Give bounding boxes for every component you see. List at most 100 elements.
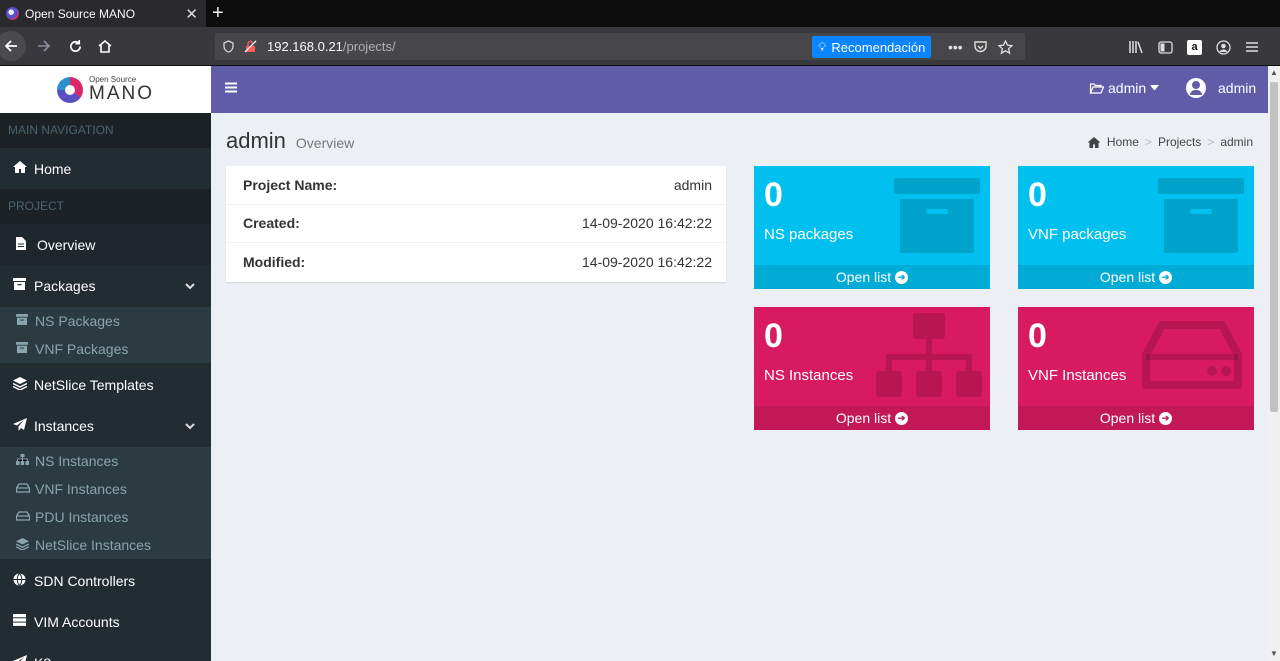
archive-icon — [1158, 178, 1244, 253]
pocket-icon[interactable] — [973, 40, 988, 54]
arrow-circle-right-icon: ➔ — [1159, 270, 1173, 284]
paper-plane-icon — [13, 654, 29, 661]
logo[interactable]: Open Source MANO — [0, 66, 211, 113]
hdd-icon — [15, 482, 31, 496]
vnf-instances-open-list-link[interactable]: Open list ➔ — [1018, 406, 1254, 430]
info-value: 14-09-2020 16:42:22 — [582, 215, 712, 232]
open-list-label: Open list — [1099, 269, 1156, 285]
home-icon — [1087, 136, 1101, 148]
sidebar-item-label: VNF Instances — [35, 481, 127, 497]
user-name: admin — [1218, 80, 1257, 96]
sidebar-item-home[interactable]: Home — [0, 148, 211, 189]
vnf-packages-open-list-link[interactable]: Open list ➔ — [1018, 265, 1254, 289]
back-arrow-icon — [4, 40, 17, 52]
bookmark-star-icon[interactable] — [997, 39, 1013, 55]
sidebar-item-label: NetSlice Templates — [34, 376, 154, 393]
project-dropdown[interactable]: admin — [1089, 80, 1160, 96]
menu-icon[interactable] — [1245, 41, 1259, 53]
scroll-thumb[interactable] — [1270, 82, 1278, 412]
globe-icon — [13, 572, 29, 589]
breadcrumb-home[interactable]: Home — [1107, 135, 1139, 149]
arrow-circle-right-icon: ➔ — [1159, 411, 1173, 425]
home-button[interactable] — [93, 34, 117, 58]
reload-icon — [69, 39, 81, 52]
sidebar: Open Source MANO MAIN NAVIGATION Home PR… — [0, 66, 211, 661]
ns-packages-open-list-link[interactable]: Open list ➔ — [754, 265, 990, 289]
sidebar-item-ns-instances[interactable]: NS Instances — [0, 447, 211, 475]
browser-toolbar-right: a — [1128, 36, 1259, 58]
app-header: admin admin — [211, 66, 1268, 113]
forward-button[interactable] — [32, 34, 56, 58]
sidebar-item-ns-packages[interactable]: NS Packages — [0, 307, 211, 335]
chevron-down-icon[interactable] — [185, 279, 195, 293]
page-actions-button[interactable]: ••• — [948, 39, 963, 55]
arrow-circle-right-icon: ➔ — [895, 270, 909, 284]
osm-favicon-icon — [6, 7, 19, 20]
ns-instances-open-list-link[interactable]: Open list ➔ — [754, 406, 990, 430]
ns-instances-count: 0 — [764, 317, 783, 355]
recommendation-label: Recomendación — [831, 39, 926, 55]
sidebar-item-netslice-instances[interactable]: NetSlice Instances — [0, 531, 211, 559]
info-row-modified: Modified: 14-09-2020 16:42:22 — [226, 243, 726, 282]
sidebar-item-pdu-instances[interactable]: PDU Instances — [0, 503, 211, 531]
recommendation-button[interactable]: 💡︎ Recomendación — [812, 36, 932, 58]
project-dropdown-label: admin — [1108, 80, 1147, 96]
reload-button[interactable] — [63, 34, 87, 58]
sidebar-item-label: VNF Packages — [35, 341, 129, 357]
sidebar-item-packages[interactable]: Packages — [0, 265, 211, 306]
sidebar-item-k8s[interactable]: K8 — [0, 642, 211, 661]
insecure-lock-icon[interactable] — [244, 40, 257, 53]
new-tab-button[interactable]: + — [212, 1, 224, 25]
tab-close-icon[interactable]: ✕ — [185, 5, 198, 23]
sidebar-item-instances[interactable]: Instances — [0, 405, 211, 446]
breadcrumb-separator: > — [1207, 135, 1215, 149]
browser-tab[interactable]: Open Source MANO ✕ — [0, 0, 206, 27]
sidebar-item-sdn-controllers[interactable]: SDN Controllers — [0, 560, 211, 601]
sidebar-toggle-icon[interactable] — [1158, 40, 1173, 54]
user-menu[interactable]: admin — [1186, 78, 1256, 98]
home-icon — [98, 39, 112, 53]
vnf-packages-box: 0 VNF packages Open list ➔ — [1018, 166, 1254, 289]
sidebar-item-label: NetSlice Instances — [35, 537, 151, 553]
url-text[interactable]: 192.168.0.21/projects/ — [267, 39, 396, 54]
hdd-icon — [15, 510, 31, 524]
sidebar-item-overview[interactable]: Overview — [0, 224, 211, 265]
url-path: /projects/ — [342, 39, 396, 54]
breadcrumb-separator: > — [1144, 135, 1152, 149]
sitemap-icon — [876, 313, 982, 397]
sidebar-item-netslice-templates[interactable]: NetSlice Templates — [0, 364, 211, 405]
sidebar-item-vim-accounts[interactable]: VIM Accounts — [0, 601, 211, 642]
hdd-icon — [1142, 321, 1242, 389]
shield-icon[interactable] — [223, 40, 234, 53]
layers-icon — [12, 376, 29, 393]
ns-packages-count: 0 — [764, 176, 783, 214]
sidebar-item-label: VIM Accounts — [34, 613, 120, 630]
sidebar-item-label: SDN Controllers — [34, 572, 136, 589]
server-icon — [13, 614, 29, 629]
osm-logo-icon — [57, 76, 83, 103]
page-scrollbar[interactable]: ▲ ▼ — [1268, 66, 1280, 661]
breadcrumb: Home > Projects > admin — [1087, 135, 1253, 149]
archive-icon — [894, 178, 980, 253]
amazon-extension-icon[interactable]: a — [1187, 39, 1202, 55]
scroll-down-icon[interactable]: ▼ — [1269, 649, 1279, 659]
sidebar-item-vnf-instances[interactable]: VNF Instances — [0, 475, 211, 503]
back-button[interactable] — [0, 31, 26, 61]
home-icon — [13, 161, 29, 176]
project-info-box: Project Name: admin Created: 14-09-2020 … — [226, 166, 726, 282]
vnf-packages-count: 0 — [1028, 176, 1047, 214]
layers-icon — [15, 537, 31, 553]
info-label: Project Name: — [243, 176, 338, 193]
user-circle-icon — [1186, 78, 1206, 98]
vnf-instances-count: 0 — [1028, 317, 1047, 355]
sidebar-toggle-icon[interactable] — [225, 80, 237, 98]
vnf-instances-label: VNF Instances — [1028, 367, 1127, 384]
chevron-down-icon[interactable] — [185, 419, 195, 433]
sidebar-item-label: PDU Instances — [35, 509, 129, 525]
scroll-up-icon[interactable]: ▲ — [1269, 68, 1279, 78]
library-icon[interactable] — [1128, 40, 1144, 54]
account-icon[interactable] — [1216, 39, 1231, 55]
info-label: Modified: — [243, 254, 306, 271]
breadcrumb-projects[interactable]: Projects — [1158, 135, 1201, 149]
sidebar-item-vnf-packages[interactable]: VNF Packages — [0, 335, 211, 363]
